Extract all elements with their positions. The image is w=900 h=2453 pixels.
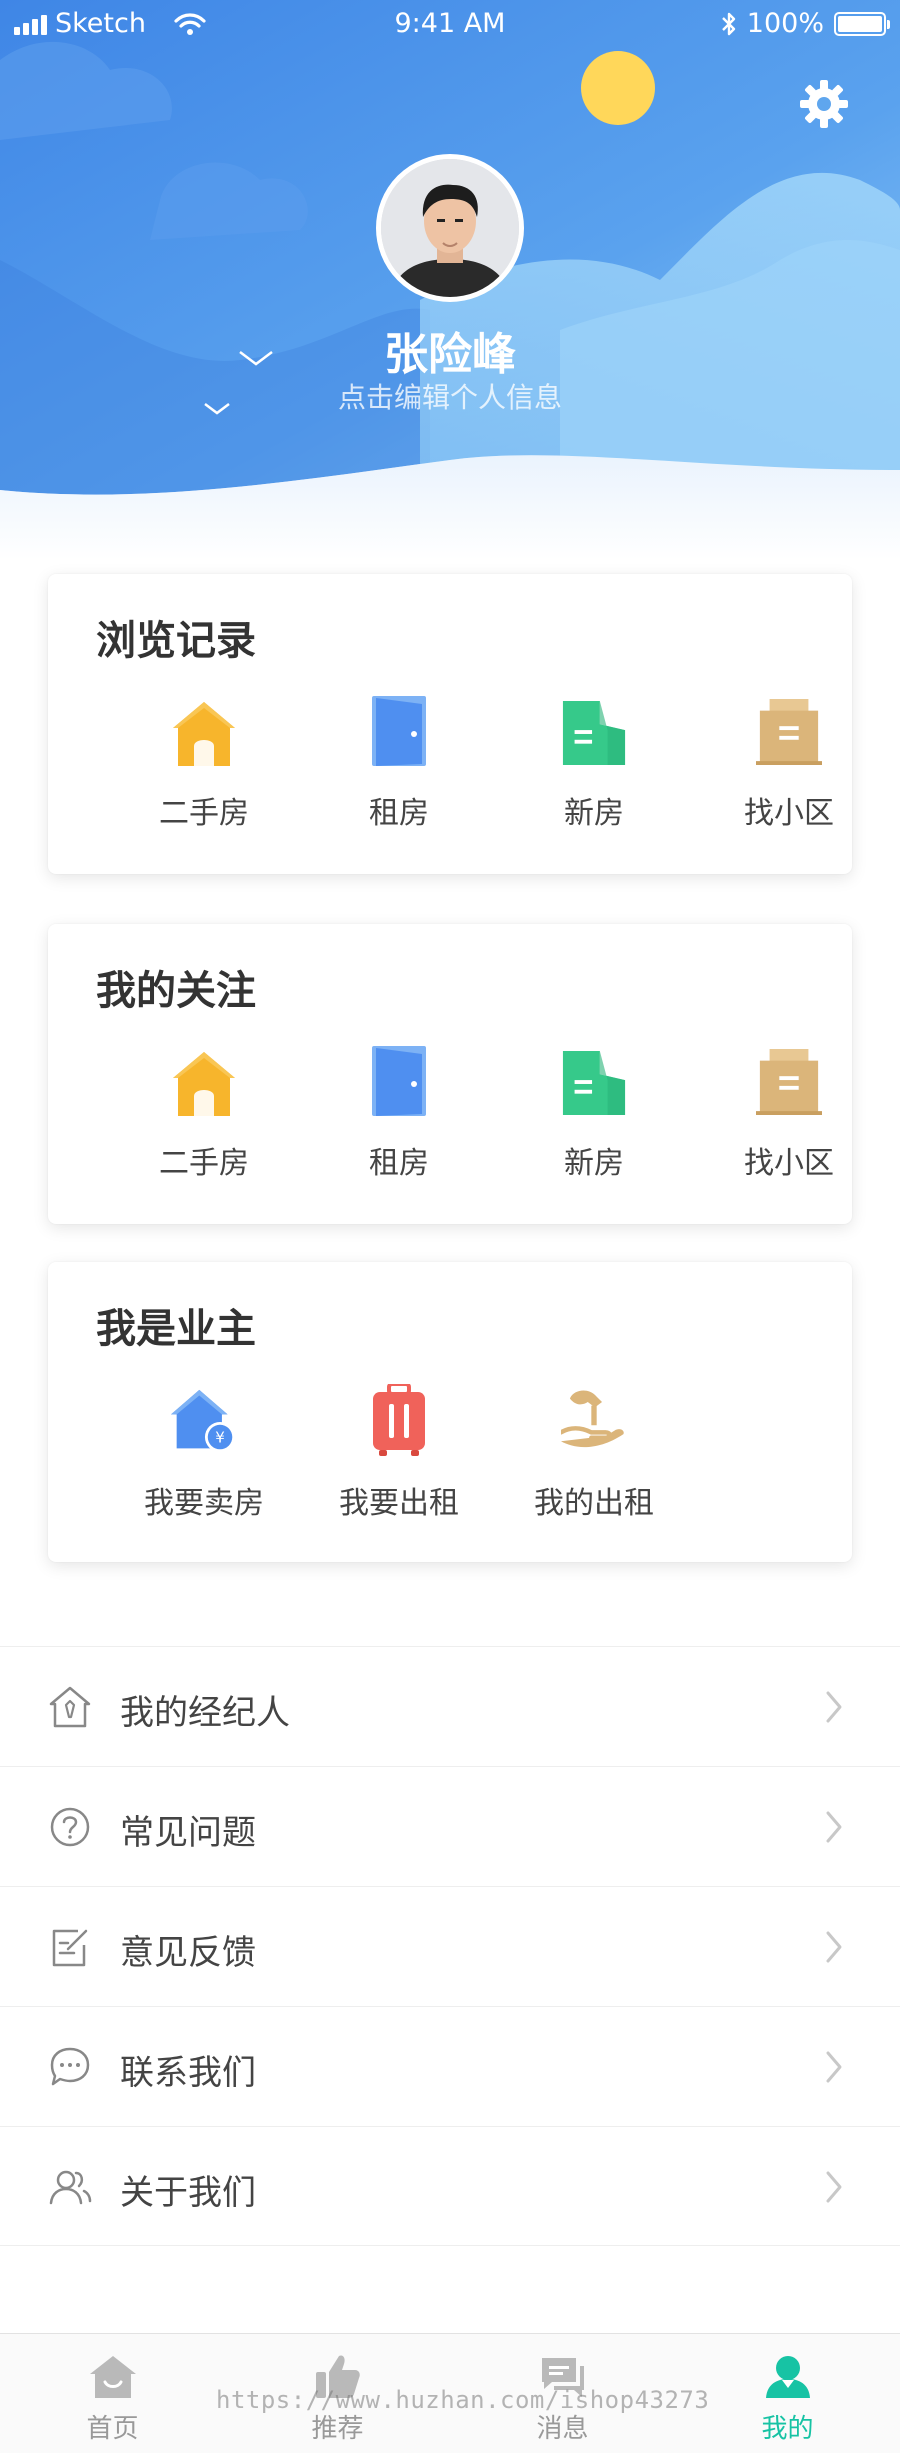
menu-item-faq[interactable]: 常见问题 [0,1766,900,1886]
tab-label: 我的 [761,2414,814,2444]
browse-item-second-hand[interactable]: 二手房 [129,694,279,844]
tab-mine[interactable]: 我的 [675,2334,900,2453]
message-icon [542,2358,584,2397]
gear-icon [800,80,848,128]
bottom-tab-bar: 首页 推荐 消息 我的 [0,2333,900,2453]
item-label: 二手房 [159,1146,249,1181]
tab-label: 消息 [536,2414,589,2444]
new-building-icon [561,1044,627,1116]
card-title: 浏览记录 [96,618,256,664]
status-bar: Sketch 9:41 AM 100% [0,0,900,48]
follow-item-new-home[interactable]: 新房 [519,1044,669,1194]
community-building-icon [756,694,822,766]
owner-item-rent-out[interactable]: 我要出租 [324,1384,474,1534]
follow-item-second-hand[interactable]: 二手房 [129,1044,279,1194]
house-icon [171,1044,237,1116]
thumbs-up-icon [316,2355,360,2398]
item-label: 找小区 [744,796,834,831]
menu-label: 我的经纪人 [120,1693,290,1733]
settings-menu-list: 我的经纪人 常见问题 意见反馈 联系我们 关于我们 [0,1646,900,2246]
browse-item-rent[interactable]: 租房 [324,694,474,844]
my-follows-card: 我的关注 二手房 租房 新房 找小区 [48,924,852,1224]
sell-house-icon: ¥ [171,1384,237,1456]
community-building-icon [756,1044,822,1116]
house-icon [171,694,237,766]
item-label: 二手房 [159,796,249,831]
owner-card: 我是业主 ¥ 我要卖房 我要出租 我的出租 [48,1262,852,1562]
item-label: 找小区 [744,1146,834,1181]
edit-profile-link[interactable]: 点击编辑个人信息 [0,376,900,416]
feedback-icon [52,1929,88,1967]
menu-item-about-us[interactable]: 关于我们 [0,2126,900,2246]
chevron-right-icon [826,1691,842,1723]
chevron-right-icon [826,1811,842,1843]
item-label: 我的出租 [534,1486,654,1521]
browse-item-community[interactable]: 找小区 [714,694,864,844]
chevron-right-icon [826,2171,842,2203]
svg-text:¥: ¥ [215,1429,225,1447]
hand-key-icon [561,1384,627,1456]
owner-item-my-rentals[interactable]: 我的出租 [519,1384,669,1534]
profile-header: Sketch 9:41 AM 100% 张险峰 点击编辑个人信息 [0,0,900,560]
avatar[interactable] [376,154,524,302]
menu-label: 关于我们 [120,2173,256,2213]
tab-recommend[interactable]: 推荐 [225,2334,450,2453]
item-label: 新房 [564,1146,624,1181]
door-icon [366,694,432,766]
battery-percent: 100% [746,8,824,39]
door-icon [366,1044,432,1116]
browse-item-new-home[interactable]: 新房 [519,694,669,844]
agent-icon [49,1686,91,1728]
chevron-right-icon [826,1931,842,1963]
item-label: 我要卖房 [144,1486,264,1521]
menu-label: 常见问题 [120,1813,256,1853]
card-title: 我的关注 [96,968,256,1014]
settings-button[interactable] [796,76,852,132]
user-icon [766,2356,810,2398]
menu-label: 意见反馈 [120,1933,256,1973]
battery-icon [834,11,890,36]
menu-item-feedback[interactable]: 意见反馈 [0,1886,900,2006]
tab-label: 首页 [86,2414,139,2444]
menu-item-contact-us[interactable]: 联系我们 [0,2006,900,2126]
sun-graphic [581,51,655,125]
user-name: 张险峰 [384,329,516,380]
owner-item-sell[interactable]: ¥ 我要卖房 [129,1384,279,1534]
people-icon [49,2170,92,2205]
menu-label: 联系我们 [120,2053,256,2093]
browse-history-card: 浏览记录 二手房 租房 新房 找小区 [48,574,852,874]
bluetooth-icon [721,12,735,35]
chat-icon [50,2047,90,2086]
avatar-photo [381,159,519,297]
menu-item-my-agent[interactable]: 我的经纪人 [0,1646,900,1766]
question-icon [50,1807,90,1847]
tab-messages[interactable]: 消息 [450,2334,675,2453]
card-title: 我是业主 [96,1306,256,1352]
item-label: 我要出租 [339,1486,459,1521]
tab-label: 推荐 [311,2414,364,2444]
follow-item-community[interactable]: 找小区 [714,1044,864,1194]
item-label: 租房 [369,1146,429,1181]
item-label: 新房 [564,796,624,831]
item-label: 租房 [369,796,429,831]
suitcase-icon [366,1384,432,1456]
home-icon [90,2356,136,2398]
follow-item-rent[interactable]: 租房 [324,1044,474,1194]
tab-home[interactable]: 首页 [0,2334,225,2453]
new-building-icon [561,694,627,766]
chevron-right-icon [826,2051,842,2083]
